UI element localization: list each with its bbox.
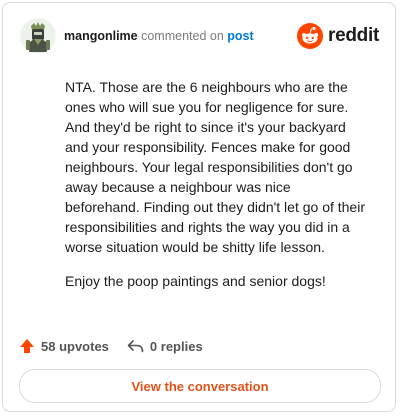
comment-header: mangonlime commented on post reddit: [20, 18, 381, 58]
action-text: commented on: [141, 29, 224, 43]
reddit-logo[interactable]: reddit: [297, 22, 379, 50]
reply-label: 0 replies: [149, 338, 203, 354]
username-link[interactable]: mangonlime: [64, 29, 138, 43]
comment-paragraph: NTA. Those are the 6 neighbours who are …: [65, 79, 365, 255]
comment-paragraph: Enjoy the poop paintings and senior dogs…: [65, 273, 326, 289]
post-link[interactable]: post: [227, 29, 253, 43]
comment-body: NTA. Those are the 6 neighbours who are …: [65, 77, 365, 305]
upvote-count[interactable]: 58 upvotes: [19, 338, 109, 354]
user-avatar[interactable]: [20, 18, 56, 54]
reddit-wordmark: reddit: [328, 25, 379, 46]
upvote-label: 58 upvotes: [41, 338, 109, 354]
view-conversation-button[interactable]: View the conversation: [19, 369, 381, 403]
reply-arrow-icon: [127, 340, 144, 353]
reply-count[interactable]: 0 replies: [127, 339, 203, 354]
comment-embed-card: mangonlime commented on post reddit NTA.…: [2, 2, 396, 412]
comment-footer: 58 upvotes 0 replies: [19, 335, 221, 357]
reddit-snoo-icon: [297, 23, 324, 49]
upvote-arrow-icon: [20, 339, 34, 353]
comment-attribution: mangonlime commented on post: [64, 28, 254, 44]
knight-avatar-icon: [20, 18, 56, 54]
